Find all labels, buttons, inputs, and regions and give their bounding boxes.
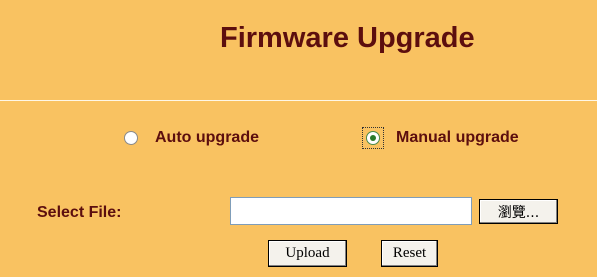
manual-upgrade-option[interactable]: Manual upgrade — [362, 126, 519, 150]
page-title: Firmware Upgrade — [220, 22, 475, 54]
upload-button[interactable]: Upload — [268, 240, 347, 267]
manual-upgrade-label: Manual upgrade — [396, 129, 519, 146]
auto-upgrade-option[interactable]: Auto upgrade — [124, 126, 259, 150]
reset-button[interactable]: Reset — [381, 240, 438, 267]
divider — [0, 100, 597, 101]
auto-upgrade-radio[interactable] — [124, 131, 138, 145]
radio-selected-dot — [370, 135, 376, 141]
select-file-label: Select File: — [37, 204, 122, 221]
auto-upgrade-label: Auto upgrade — [155, 129, 259, 146]
focus-ring — [362, 127, 384, 149]
browse-button[interactable]: 瀏覽... — [479, 199, 558, 224]
file-path-input[interactable] — [230, 197, 472, 225]
manual-upgrade-radio[interactable] — [366, 131, 380, 145]
